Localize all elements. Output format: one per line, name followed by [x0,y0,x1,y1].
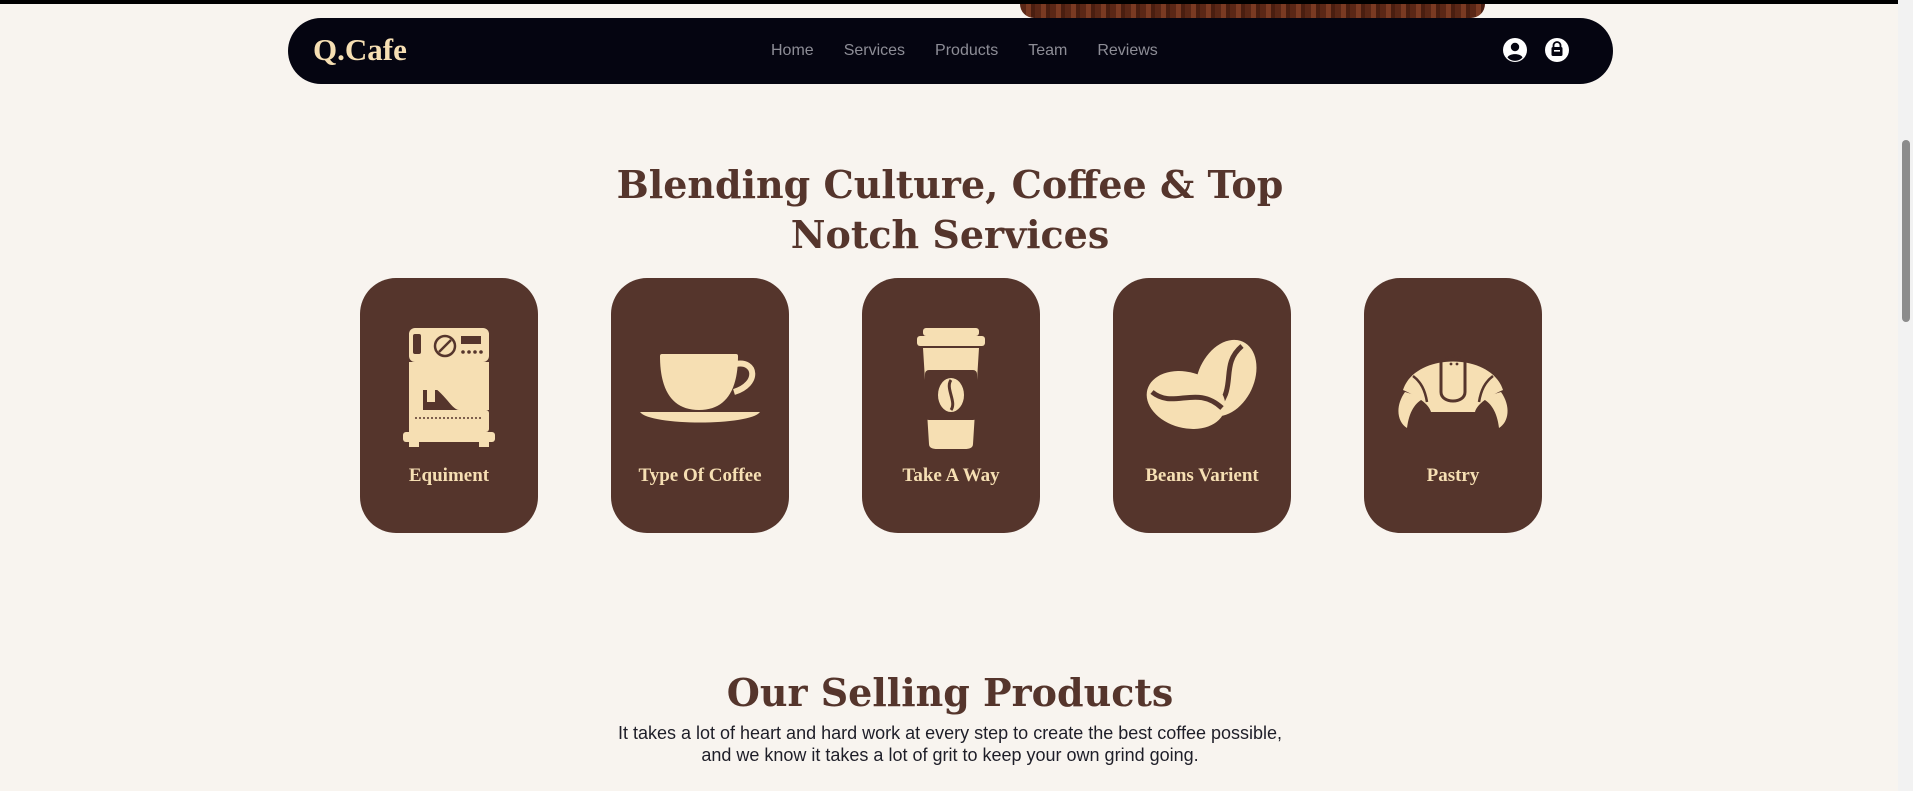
service-card-label: Equiment [408,465,490,486]
services-title-line-1: Blending Culture, Coffee & Top [616,161,1284,207]
products-description-line-2: and we know it takes a lot of grit to ke… [701,745,1199,765]
coffee-beans-icon [1113,323,1291,453]
service-card-label: Pastry [1426,465,1480,486]
espresso-machine-icon [360,323,538,453]
nav-link-services[interactable]: Services [844,42,905,60]
logo[interactable]: Q.Cafe [313,32,407,68]
service-cards: Equiment Type Of Coffee Take A Way Beans… [360,278,1615,533]
navbar: Q.Cafe Home Services Products Team Revie… [288,18,1613,84]
products-title: Our Selling Products [726,669,1174,715]
user-icon[interactable] [1500,35,1530,65]
scrollbar[interactable] [1898,0,1913,791]
takeaway-cup-icon [862,323,1040,453]
service-card-pastry[interactable]: Pastry [1364,278,1542,533]
nav-icons [1500,35,1584,65]
scrollbar-thumb[interactable] [1902,140,1910,322]
croissant-icon [1364,323,1542,453]
nav-link-home[interactable]: Home [771,42,814,60]
coffee-cup-icon [611,323,789,453]
nav-link-reviews[interactable]: Reviews [1097,42,1157,60]
products-description-line-1: It takes a lot of heart and hard work at… [617,723,1283,743]
nav-link-team[interactable]: Team [1028,42,1067,60]
products-description: It takes a lot of heart and hard work at… [0,722,1900,766]
nav-links: Home Services Products Team Reviews [771,18,1188,84]
services-title-line-2: Notch Services [790,211,1110,257]
service-card-take-a-way[interactable]: Take A Way [862,278,1040,533]
service-card-equipment[interactable]: Equiment [360,278,538,533]
service-card-label: Beans Varient [1145,465,1259,486]
services-title: Blending Culture, Coffee & Top Notch Ser… [0,160,1900,260]
service-card-type-of-coffee[interactable]: Type Of Coffee [611,278,789,533]
service-card-label: Type Of Coffee [638,465,762,486]
top-border [0,0,1913,4]
nav-link-products[interactable]: Products [935,42,998,60]
hero-image-edge [1020,4,1485,18]
service-card-beans-varient[interactable]: Beans Varient [1113,278,1291,533]
service-card-label: Take A Way [902,465,1000,486]
shopping-bag-icon[interactable] [1542,35,1572,65]
